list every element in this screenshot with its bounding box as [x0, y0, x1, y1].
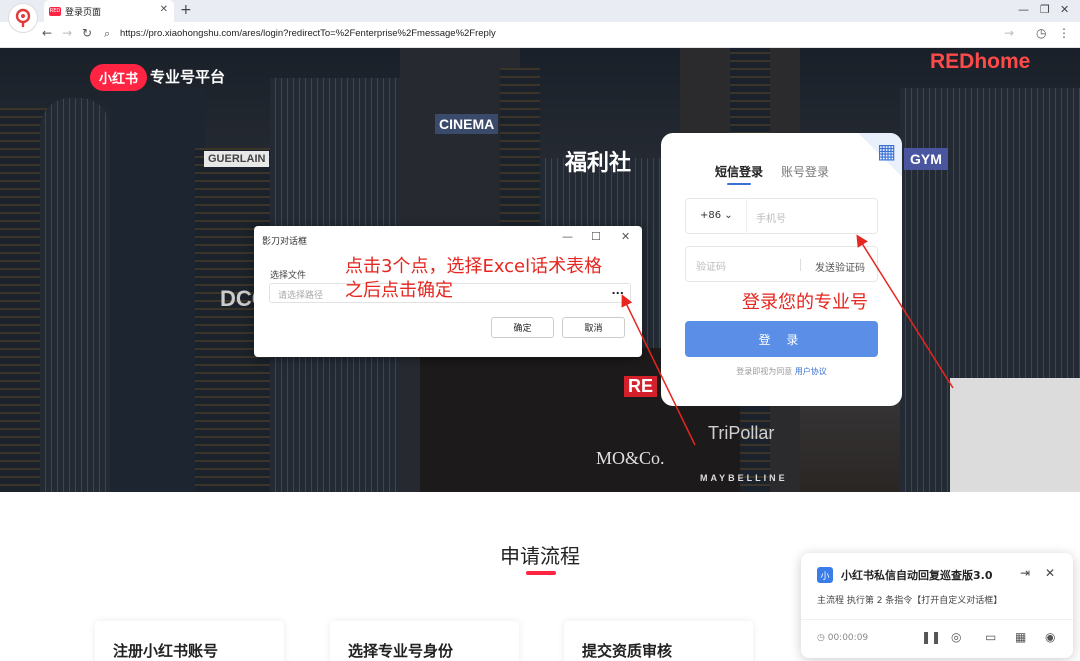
- stop-icon[interactable]: ◎: [951, 630, 961, 644]
- collapse-panel-icon[interactable]: ⇥: [1020, 566, 1030, 580]
- browser-icon[interactable]: ◉: [1045, 630, 1055, 644]
- step-card-identity[interactable]: 选择专业号身份: [330, 621, 519, 661]
- pause-icon[interactable]: ❚❚: [921, 630, 941, 644]
- rpa-run-panel: 小 小红书私信自动回复巡查版3.0 ⇥ ✕ 主流程 执行第 2 条指令【打开自定…: [801, 553, 1073, 658]
- arrow-to-phone: [856, 234, 954, 389]
- step-card-review[interactable]: 提交资质审核: [564, 621, 753, 661]
- rpa-status: 主流程 执行第 2 条指令【打开自定义对话框】: [817, 596, 1003, 606]
- rpa-title: 小红书私信自动回复巡查版3.0: [841, 569, 993, 582]
- app-logo-icon[interactable]: [8, 3, 38, 33]
- divider: [801, 619, 1073, 620]
- step-card-register[interactable]: 注册小红书账号: [95, 621, 284, 661]
- close-icon[interactable]: ✕: [1045, 566, 1055, 580]
- log-icon[interactable]: ▭: [985, 630, 996, 644]
- rpa-app-icon: 小: [817, 567, 833, 583]
- arrow-to-browse: [621, 294, 696, 446]
- title-underline: [526, 571, 556, 575]
- table-icon[interactable]: ▦: [1015, 630, 1026, 644]
- rpa-timer: ◷ 00:00:09: [817, 633, 869, 643]
